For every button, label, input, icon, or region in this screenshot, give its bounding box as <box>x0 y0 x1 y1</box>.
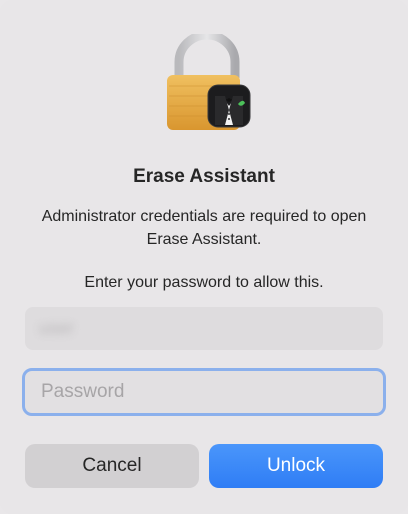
dialog-title: Erase Assistant <box>133 166 275 187</box>
username-field[interactable]: user <box>25 307 383 350</box>
dialog-prompt: Enter your password to allow this. <box>84 274 324 291</box>
unlock-button[interactable]: Unlock <box>209 444 383 488</box>
password-input[interactable] <box>41 381 361 403</box>
erase-assistant-tuxedo-icon <box>207 84 251 128</box>
username-value: user <box>39 318 75 338</box>
dialog-message: Administrator credentials are required t… <box>41 208 367 248</box>
cancel-button[interactable]: Cancel <box>25 444 199 488</box>
lock-icon-group <box>161 30 253 132</box>
password-field-container[interactable] <box>22 368 386 416</box>
authorization-dialog: Erase Assistant Administrator credential… <box>0 0 408 514</box>
